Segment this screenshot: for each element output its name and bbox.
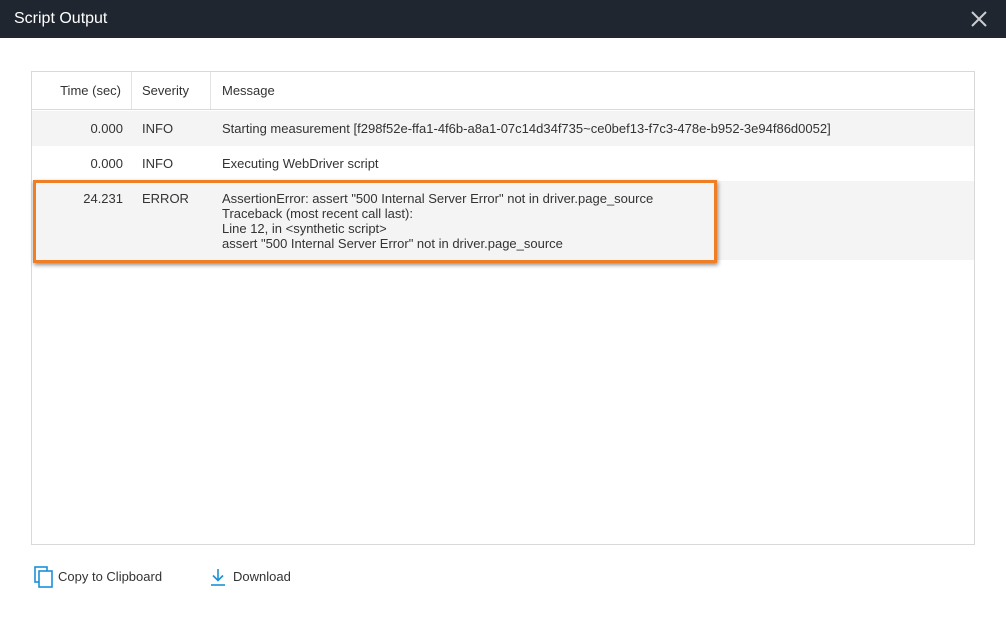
column-header-time[interactable]: Time (sec)	[32, 72, 132, 109]
dialog-title: Script Output	[14, 10, 108, 27]
row-time: 0.000	[90, 156, 123, 171]
close-icon[interactable]	[968, 8, 990, 30]
download-button[interactable]: Download	[209, 566, 299, 588]
row-severity: INFO	[142, 156, 174, 171]
table-header: Time (sec) Severity Message	[32, 72, 974, 110]
download-icon	[211, 569, 225, 586]
copy-icon	[34, 566, 53, 588]
row-message: Executing WebDriver script	[222, 156, 379, 171]
column-header-message[interactable]: Message	[211, 72, 974, 109]
download-label: Download	[233, 569, 291, 584]
copy-to-clipboard-label: Copy to Clipboard	[58, 569, 163, 584]
table-row[interactable]: 0.000 INFO Starting measurement [f298f52…	[32, 111, 974, 146]
dialog-titlebar: Script Output	[0, 0, 1006, 38]
row-severity: ERROR	[142, 191, 189, 206]
column-header-severity[interactable]: Severity	[132, 72, 211, 109]
row-time: 0.000	[90, 121, 123, 136]
copy-to-clipboard-button[interactable]: Copy to Clipboard	[34, 566, 164, 588]
row-message: Starting measurement [f298f52e-ffa1-4f6b…	[222, 121, 831, 136]
output-table: Time (sec) Severity Message 0.000 INFO S…	[31, 71, 975, 545]
row-severity: INFO	[142, 121, 174, 136]
table-row[interactable]: 0.000 INFO Executing WebDriver script	[32, 146, 974, 181]
row-time: 24.231	[83, 191, 123, 206]
row-message: AssertionError: assert "500 Internal Ser…	[222, 191, 654, 251]
table-row[interactable]: 24.231 ERROR AssertionError: assert "500…	[32, 181, 974, 260]
